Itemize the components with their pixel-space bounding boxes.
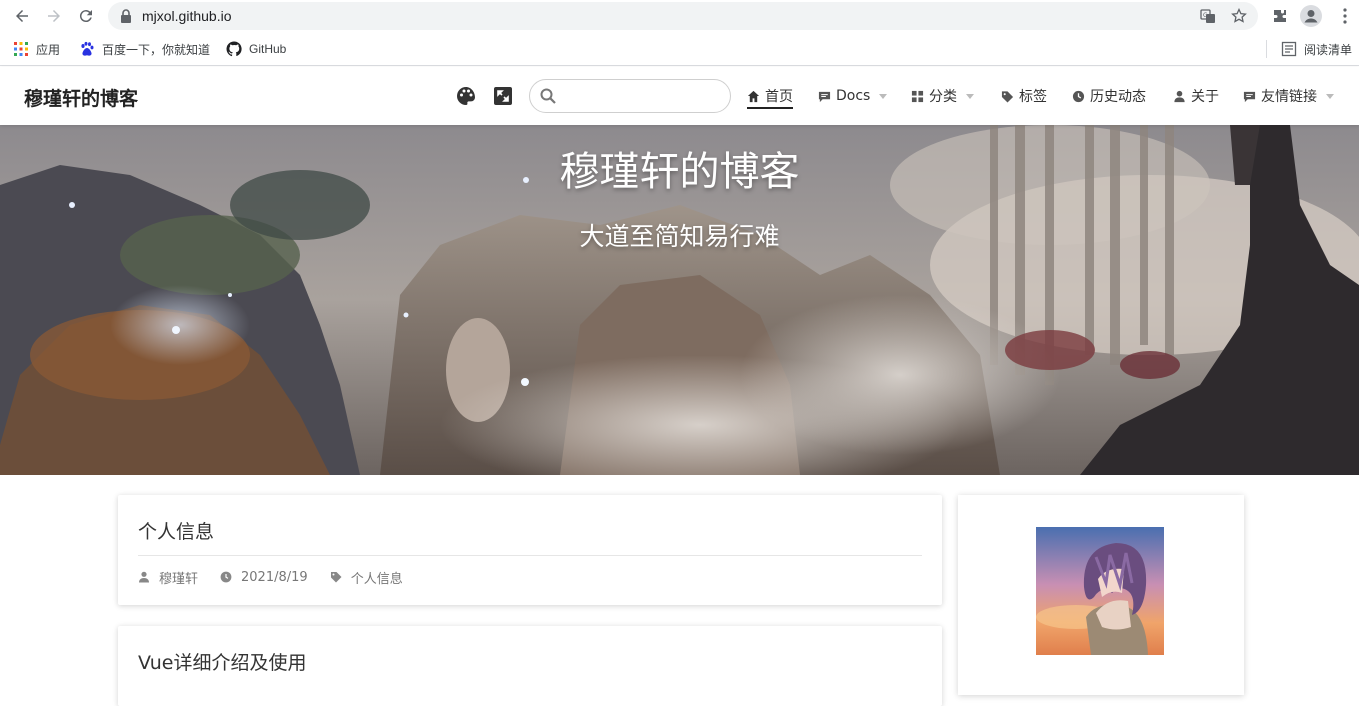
nav-docs[interactable]: Docs — [818, 87, 888, 105]
avatar-icon — [1300, 5, 1322, 27]
back-button[interactable] — [10, 4, 34, 28]
search-box — [529, 79, 731, 113]
nav-label: Docs — [836, 88, 871, 104]
post-title[interactable]: Vue详细介绍及使用 — [138, 648, 306, 675]
post-card: 个人信息 穆瑾轩 2021/8/19 个人信息 — [118, 495, 942, 605]
nav-label: 友情链接 — [1261, 89, 1317, 105]
address-bar[interactable]: mjxol.github.io G — [108, 2, 1258, 30]
comment-icon — [1243, 91, 1256, 102]
baidu-paw-icon — [81, 41, 94, 56]
nav-about[interactable]: 关于 — [1173, 87, 1219, 105]
forward-button[interactable] — [42, 4, 66, 28]
bookmark-label: 百度一下，你就知道 — [102, 42, 211, 57]
translate-icon[interactable]: G — [1200, 8, 1216, 24]
post-divider — [138, 555, 922, 556]
tag-icon — [1001, 90, 1014, 103]
user-icon — [1174, 90, 1185, 102]
post-date: 2021/8/19 — [220, 570, 308, 585]
author-name: 穆瑾轩 — [159, 571, 199, 587]
nav-label: 标签 — [1019, 89, 1047, 105]
search-input[interactable] — [564, 86, 724, 106]
svg-text:G: G — [1203, 12, 1208, 19]
nav-label: 历史动态 — [1090, 89, 1146, 105]
arrow-left-icon — [16, 10, 28, 22]
palette-icon[interactable] — [456, 86, 476, 106]
more-vert-icon — [1343, 8, 1347, 24]
clock-icon — [220, 571, 232, 583]
nav-tags[interactable]: 标签 — [1001, 87, 1047, 105]
banner-title: 穆瑾轩的博客 — [559, 149, 800, 195]
caret-down-icon — [966, 94, 974, 99]
profile-card — [958, 495, 1244, 695]
anime-avatar-image — [1036, 527, 1164, 655]
caret-down-icon — [879, 94, 888, 99]
banner-subtitle: 大道至简知易行难 — [579, 222, 780, 251]
nav-label: 分类 — [929, 89, 957, 105]
bookmark-apps[interactable]: 应用 — [13, 41, 60, 57]
reload-button[interactable] — [74, 4, 98, 28]
bookmark-label: GitHub — [249, 42, 287, 56]
browser-toolbar: mjxol.github.io G — [0, 0, 1359, 33]
nav-label: 首页 — [765, 89, 793, 105]
expand-icon[interactable] — [493, 86, 513, 106]
post-card: Vue详细介绍及使用 — [118, 626, 942, 706]
caret-down-icon — [1326, 94, 1334, 99]
tag-icon — [330, 572, 342, 583]
post-author[interactable]: 穆瑾轩 — [138, 568, 198, 587]
user-icon — [139, 571, 149, 583]
puzzle-icon — [1274, 10, 1286, 22]
nav-label: 关于 — [1191, 89, 1219, 105]
search-icon — [540, 88, 556, 104]
home-icon — [747, 90, 760, 102]
post-title[interactable]: 个人信息 — [138, 517, 214, 544]
reading-list-icon — [1281, 41, 1297, 57]
bookmark-github[interactable]: GitHub — [226, 41, 286, 57]
star-icon[interactable] — [1231, 8, 1247, 24]
clock-icon — [1072, 90, 1085, 102]
apps-grid-icon — [14, 42, 28, 56]
nav-categories[interactable]: 分类 — [911, 87, 974, 105]
bookmarks-divider — [1266, 40, 1267, 58]
github-icon — [226, 41, 242, 57]
reading-list-button[interactable]: 阅读清单 — [1281, 41, 1352, 57]
site-title[interactable]: 穆瑾轩的博客 — [24, 84, 138, 111]
nav-history[interactable]: 历史动态 — [1072, 87, 1146, 105]
post-meta: 穆瑾轩 2021/8/19 个人信息 — [138, 568, 425, 587]
site-header: 穆瑾轩的博客 首页 Docs 分类 标签 历史动态 关于 友情链接 — [0, 67, 1359, 125]
hero-banner: 穆瑾轩的博客 大道至简知易行难 — [0, 125, 1359, 475]
comment-icon — [818, 91, 831, 102]
url-text: mjxol.github.io — [142, 8, 232, 24]
bookmark-baidu[interactable]: 百度一下，你就知道 — [79, 41, 210, 57]
extensions-button[interactable] — [1269, 5, 1291, 27]
reading-list-label: 阅读清单 — [1304, 42, 1353, 57]
nav-home[interactable]: 首页 — [747, 87, 793, 109]
reload-icon — [79, 10, 92, 23]
nav-friend-links[interactable]: 友情链接 — [1243, 87, 1334, 105]
date-text: 2021/8/19 — [241, 569, 308, 585]
profile-button[interactable] — [1300, 5, 1322, 27]
grid-icon — [911, 90, 924, 102]
category-text: 个人信息 — [350, 571, 403, 587]
arrow-right-icon — [48, 10, 60, 22]
lock-icon — [121, 9, 131, 23]
chrome-menu-button[interactable] — [1334, 5, 1356, 27]
bookmark-label: 应用 — [36, 42, 61, 57]
avatar[interactable] — [1036, 527, 1164, 655]
bookmarks-bar: 应用 百度一下，你就知道 GitHub 阅读清单 — [0, 33, 1359, 66]
post-category[interactable]: 个人信息 — [330, 568, 403, 587]
